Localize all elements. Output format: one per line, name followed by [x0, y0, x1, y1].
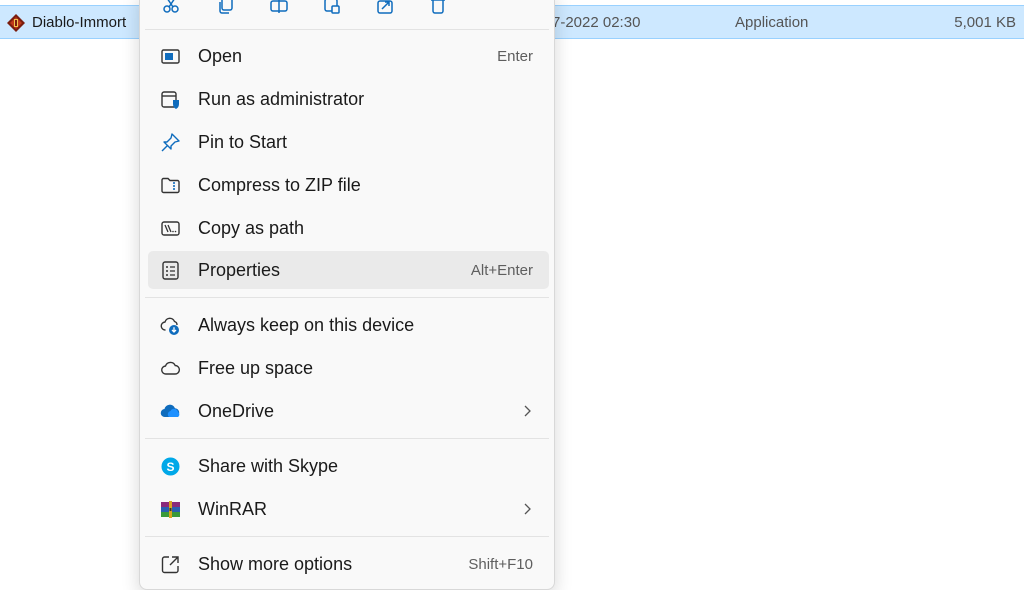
- menu-separator: [145, 438, 549, 439]
- menu-item-onedrive[interactable]: OneDrive: [148, 392, 549, 430]
- menu-item-copy-as-path[interactable]: Copy as path: [148, 209, 549, 247]
- menu-item-properties[interactable]: Properties Alt+Enter: [148, 251, 549, 289]
- cloud-download-icon: [160, 315, 181, 336]
- menu-item-label: OneDrive: [198, 401, 275, 421]
- menu-item-label: Compress to ZIP file: [198, 175, 361, 195]
- chevron-right-icon: [524, 503, 531, 515]
- quick-action-bar: [140, 0, 554, 25]
- copy-path-icon: [160, 218, 181, 239]
- show-more-icon: [160, 554, 181, 575]
- menu-separator: [145, 536, 549, 537]
- menu-item-label: Share with Skype: [198, 456, 339, 476]
- menu-item-label: Always keep on this device: [198, 315, 415, 335]
- copy-icon: [216, 0, 236, 21]
- share-icon: [375, 0, 395, 21]
- chevron-right-icon: [524, 405, 531, 417]
- file-size: 5,001 KB: [954, 14, 1016, 31]
- paste-icon: [322, 0, 342, 21]
- menu-item-shortcut: Alt+Enter: [470, 262, 533, 279]
- share-button[interactable]: [373, 0, 397, 19]
- cut-button[interactable]: [159, 0, 183, 19]
- trash-icon: [428, 0, 448, 21]
- delete-button[interactable]: [426, 0, 450, 19]
- menu-item-free-up-space[interactable]: Free up space: [148, 349, 549, 387]
- rename-icon: [269, 0, 289, 21]
- menu-separator: [145, 297, 549, 298]
- paste-button[interactable]: [320, 0, 344, 19]
- menu-item-pin-to-start[interactable]: Pin to Start: [148, 123, 549, 161]
- menu-item-show-more-options[interactable]: Show more options Shift+F10: [148, 545, 549, 583]
- menu-item-label: Show more options: [198, 554, 353, 574]
- menu-item-label: WinRAR: [198, 499, 268, 519]
- zip-folder-icon: [160, 175, 181, 196]
- menu-item-open[interactable]: Open Enter: [148, 37, 549, 75]
- copy-button[interactable]: [214, 0, 238, 19]
- file-type: Application: [735, 14, 809, 31]
- menu-item-always-keep-on-device[interactable]: Always keep on this device: [148, 306, 549, 344]
- menu-item-compress-to-zip[interactable]: Compress to ZIP file: [148, 166, 549, 204]
- menu-item-label: Open: [198, 46, 243, 66]
- admin-shield-icon: [160, 89, 181, 110]
- menu-item-label: Run as administrator: [198, 89, 365, 109]
- diablo-app-icon: [6, 13, 26, 33]
- cloud-icon: [160, 358, 181, 379]
- file-name: Diablo-Immort: [32, 14, 127, 31]
- menu-separator: [145, 29, 549, 30]
- open-window-icon: [160, 46, 181, 67]
- scissors-icon: [161, 0, 181, 21]
- menu-item-label: Copy as path: [198, 218, 305, 238]
- menu-item-label: Free up space: [198, 358, 314, 378]
- pin-icon: [160, 132, 181, 153]
- menu-item-shortcut: Enter: [497, 48, 533, 65]
- menu-item-winrar[interactable]: WinRAR: [148, 490, 549, 528]
- onedrive-icon: [160, 401, 181, 422]
- menu-item-shortcut: Shift+F10: [468, 556, 533, 573]
- menu-item-label: Pin to Start: [198, 132, 288, 152]
- rename-button[interactable]: [267, 0, 291, 19]
- context-menu: Open Enter Run as administrator Pin to S…: [139, 0, 555, 590]
- svg-text:S: S: [166, 460, 174, 474]
- properties-icon: [160, 260, 181, 281]
- winrar-icon: [160, 499, 181, 520]
- file-date-modified: 7-2022 02:30: [552, 14, 641, 31]
- menu-item-share-with-skype[interactable]: S Share with Skype: [148, 447, 549, 485]
- skype-icon: S: [160, 456, 181, 477]
- menu-item-run-as-administrator[interactable]: Run as administrator: [148, 80, 549, 118]
- menu-item-label: Properties: [198, 260, 281, 280]
